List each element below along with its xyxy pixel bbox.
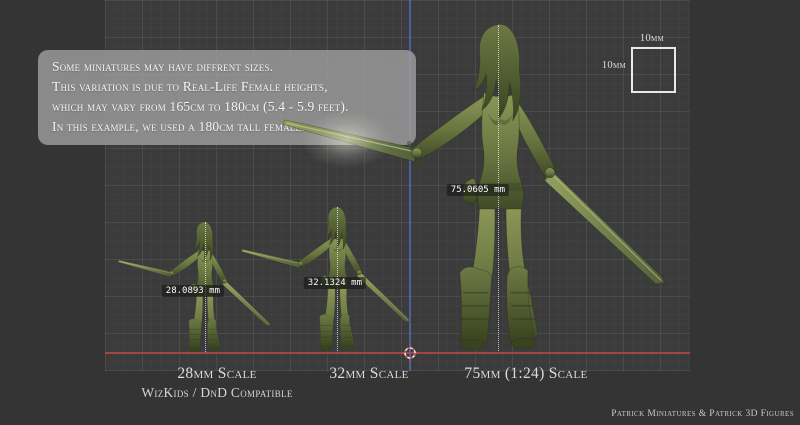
- scale-label-32mm: 32mm Scale: [329, 365, 408, 383]
- measurement-75mm: 75.0605 mm: [447, 184, 509, 196]
- viewport-3d[interactable]: Some miniatures may have diffrent sizes.…: [0, 0, 800, 425]
- measurement-28mm: 28.0893 mm: [162, 285, 224, 297]
- 3d-cursor-icon[interactable]: [401, 344, 419, 362]
- scale-label-28mm: 28mm Scale: [177, 365, 256, 383]
- scale-label-75mm: 75mm (1:24) Scale: [464, 365, 587, 383]
- footer-credit: Patrick Miniatures & Patrick 3D Figures: [611, 409, 794, 419]
- measurement-32mm: 32.1324 mm: [304, 277, 366, 289]
- reference-square-side-label: 10mm: [596, 60, 626, 71]
- reference-square-top-label: 10mm: [640, 33, 664, 44]
- scale-sublabel-28mm: WizKids / DnD Compatible: [141, 385, 292, 401]
- reference-square-10mm: [631, 47, 676, 93]
